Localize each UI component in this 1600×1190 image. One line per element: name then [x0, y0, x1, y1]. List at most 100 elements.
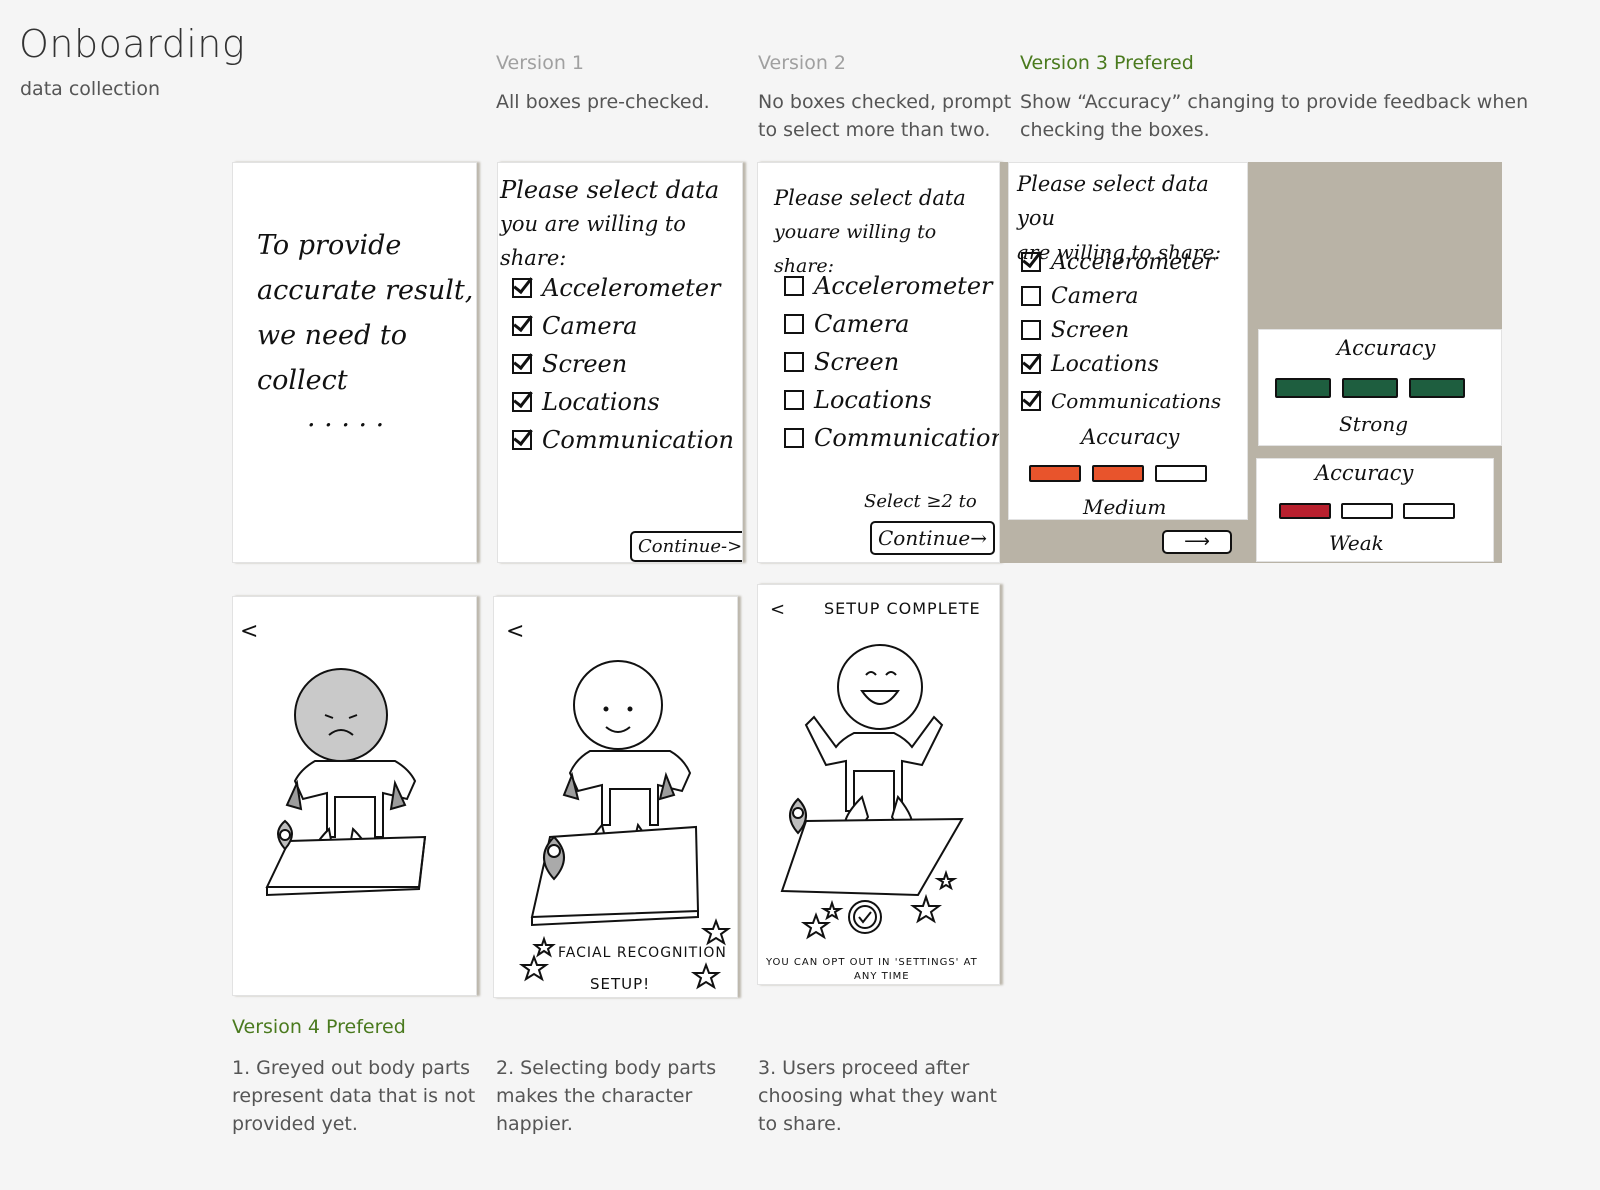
sketch-accuracy-strong-card: Accuracy Strong: [1258, 329, 1502, 446]
sketch-v2-option-label: Accelerometer: [814, 272, 993, 300]
sketch-accuracy-weak-card: Accuracy Weak: [1256, 458, 1494, 562]
checkbox-checked: [512, 316, 532, 336]
checkbox-checked: [512, 354, 532, 374]
step-1-description: 1. Greyed out body parts represent data …: [232, 1054, 475, 1138]
version-2-description-line: No boxes checked, prompt: [758, 91, 1012, 113]
sketch-v1-option: Locations: [512, 383, 734, 421]
checkbox-unchecked: [784, 314, 804, 334]
checkbox-unchecked: [784, 428, 804, 448]
sketch-v1-checkbox-list: Accelerometer Camera Screen Locations Co…: [512, 269, 734, 459]
sketch-v2-prompt-line: Please select data: [774, 186, 966, 210]
sketch-v3-option: Accelerometer: [1021, 245, 1221, 279]
sketch-v1-option-label: Accelerometer: [542, 274, 721, 302]
sketch-v3-option-label: Screen: [1051, 317, 1130, 343]
sketch-v3-accuracy-title: Accuracy: [1081, 425, 1180, 449]
sketch-v2-continue-button: Continue→: [870, 521, 996, 555]
sketch-v3-option: Screen: [1021, 313, 1221, 347]
checkbox-checked: [512, 278, 532, 298]
sketch-v3-checkbox-list: Accelerometer Camera Screen Locations Co…: [1021, 245, 1221, 421]
sketch-v2-option-label: Camera: [814, 310, 910, 338]
version-3-description: Show “Accuracy” changing to provide feed…: [1020, 88, 1528, 144]
sketch-v3-option: Camera: [1021, 279, 1221, 313]
sketch-version-1-card: Please select data you are willing to sh…: [497, 162, 743, 563]
step-2-description: 2. Selecting body parts makes the charac…: [496, 1054, 716, 1138]
sketch-v2-option: Locations: [784, 381, 999, 419]
version-3-label: Version 3 Prefered: [1020, 52, 1194, 74]
sketch-v3-accuracy-meter: [1029, 465, 1207, 482]
sketch-v1-option-label: Locations: [542, 388, 660, 416]
version-1-label: Version 1: [496, 52, 584, 74]
sketch-intro-line: accurate result,: [257, 275, 474, 306]
checkbox-unchecked: [784, 352, 804, 372]
sketch-strong-title: Accuracy: [1337, 336, 1436, 360]
sketch-v1-prompt-line: Please select data: [500, 176, 720, 204]
accuracy-bar: [1342, 378, 1398, 398]
sketch-v1-continue-button: Continue->: [630, 531, 742, 562]
sketch-intro-line: To provide: [257, 230, 402, 261]
sketch-v1-prompt: Please select data you are willing to sh…: [500, 173, 742, 275]
version-3-description-line: Show “Accuracy” changing to provide feed…: [1020, 91, 1529, 113]
step-1-description-line: 1. Greyed out body parts: [232, 1057, 471, 1079]
sketch-v2-option: Accelerometer: [784, 267, 999, 305]
step-3-description-line: choosing what they want: [758, 1085, 997, 1107]
sketch-v3-option-label: Accelerometer: [1051, 249, 1215, 275]
sketch-v1-option: Screen: [512, 345, 734, 383]
sketch-v3-option: Communications: [1021, 381, 1221, 421]
sketch-weak-title: Accuracy: [1315, 461, 1414, 485]
sketch-v2-option-label: Screen: [814, 348, 900, 376]
sketch-v2-option: Communication: [784, 419, 1000, 457]
sketch-v2-option: Screen: [784, 343, 999, 381]
step-2-description-line: 2. Selecting body parts: [496, 1057, 717, 1079]
sketch-intro-line: we need to collect: [257, 320, 407, 396]
sketch-v1-option: Camera: [512, 307, 734, 345]
sketch-step-3-footer-line: YOU CAN OPT OUT IN 'SETTINGS' AT: [766, 957, 978, 968]
sketch-v1-option-label: Communication: [542, 426, 734, 454]
sketch-v1-prompt-line: you are willing to share:: [500, 212, 686, 270]
sketch-version-2-card: Please select data youare willing to sha…: [757, 162, 1000, 563]
step-3-description-line: 3. Users proceed after: [758, 1057, 970, 1079]
step-2-description-line: happier.: [496, 1113, 573, 1135]
accuracy-bar: [1029, 465, 1081, 482]
sketch-v3-option-label: Camera: [1051, 283, 1139, 309]
sketch-v2-option-label: Locations: [814, 386, 932, 414]
accuracy-bar: [1341, 503, 1393, 519]
checkbox-unchecked: [784, 276, 804, 296]
celebrating-character-illustration: [780, 644, 964, 940]
step-1-description-line: provided yet.: [232, 1113, 358, 1135]
accuracy-bar: [1275, 378, 1331, 398]
sketch-v2-hint: Select ≥2 to: [864, 491, 977, 512]
checkbox-checked: [1021, 354, 1041, 374]
step-2-description-line: makes the character: [496, 1085, 693, 1107]
sketch-step-2-caption-line: SETUP!: [590, 975, 651, 993]
sketch-v1-option: Accelerometer: [512, 269, 734, 307]
version-2-description-line: to select more than two.: [758, 119, 991, 141]
sketch-v1-option-label: Camera: [542, 312, 638, 340]
page-subtitle: data collection: [20, 78, 160, 100]
sketch-v3-prompt-line: Please select data you: [1017, 172, 1209, 230]
sketch-intro-line: · · · · ·: [307, 410, 385, 441]
step-3-description-line: to share.: [758, 1113, 842, 1135]
sketch-intro-text: To provide accurate result, we need to c…: [257, 223, 476, 448]
sketch-step-3-footer-line: ANY TIME: [854, 971, 910, 982]
accuracy-bar: [1155, 465, 1207, 482]
sketch-v3-option-label: Communications: [1051, 389, 1222, 413]
checkbox-unchecked: [784, 390, 804, 410]
version-1-description: All boxes pre-checked.: [496, 91, 710, 113]
checkbox-checked: [512, 430, 532, 450]
step-1-description-line: represent data that is not: [232, 1085, 476, 1107]
sketch-version-3-card: Please select data you are willing to sh…: [1008, 162, 1248, 520]
checkbox-checked: [1021, 391, 1041, 411]
version-2-description: No boxes checked, prompt to select more …: [758, 88, 1011, 144]
step-3-description: 3. Users proceed after choosing what the…: [758, 1054, 997, 1138]
checkbox-unchecked: [1021, 286, 1041, 306]
accuracy-bar: [1409, 378, 1465, 398]
sketch-step-2-caption-line: FACIAL RECOGNITION: [558, 945, 727, 961]
accuracy-bar: [1403, 503, 1455, 519]
character-head-greyed: [294, 668, 388, 762]
sketch-weak-meter: [1279, 503, 1455, 519]
happy-character-illustration: [518, 660, 732, 990]
sketch-strong-level: Strong: [1339, 412, 1409, 436]
version-3-description-line: checking the boxes.: [1020, 119, 1210, 141]
sketch-v3-option: Locations: [1021, 347, 1221, 381]
sketch-v2-option-label: Communication: [814, 424, 1000, 452]
